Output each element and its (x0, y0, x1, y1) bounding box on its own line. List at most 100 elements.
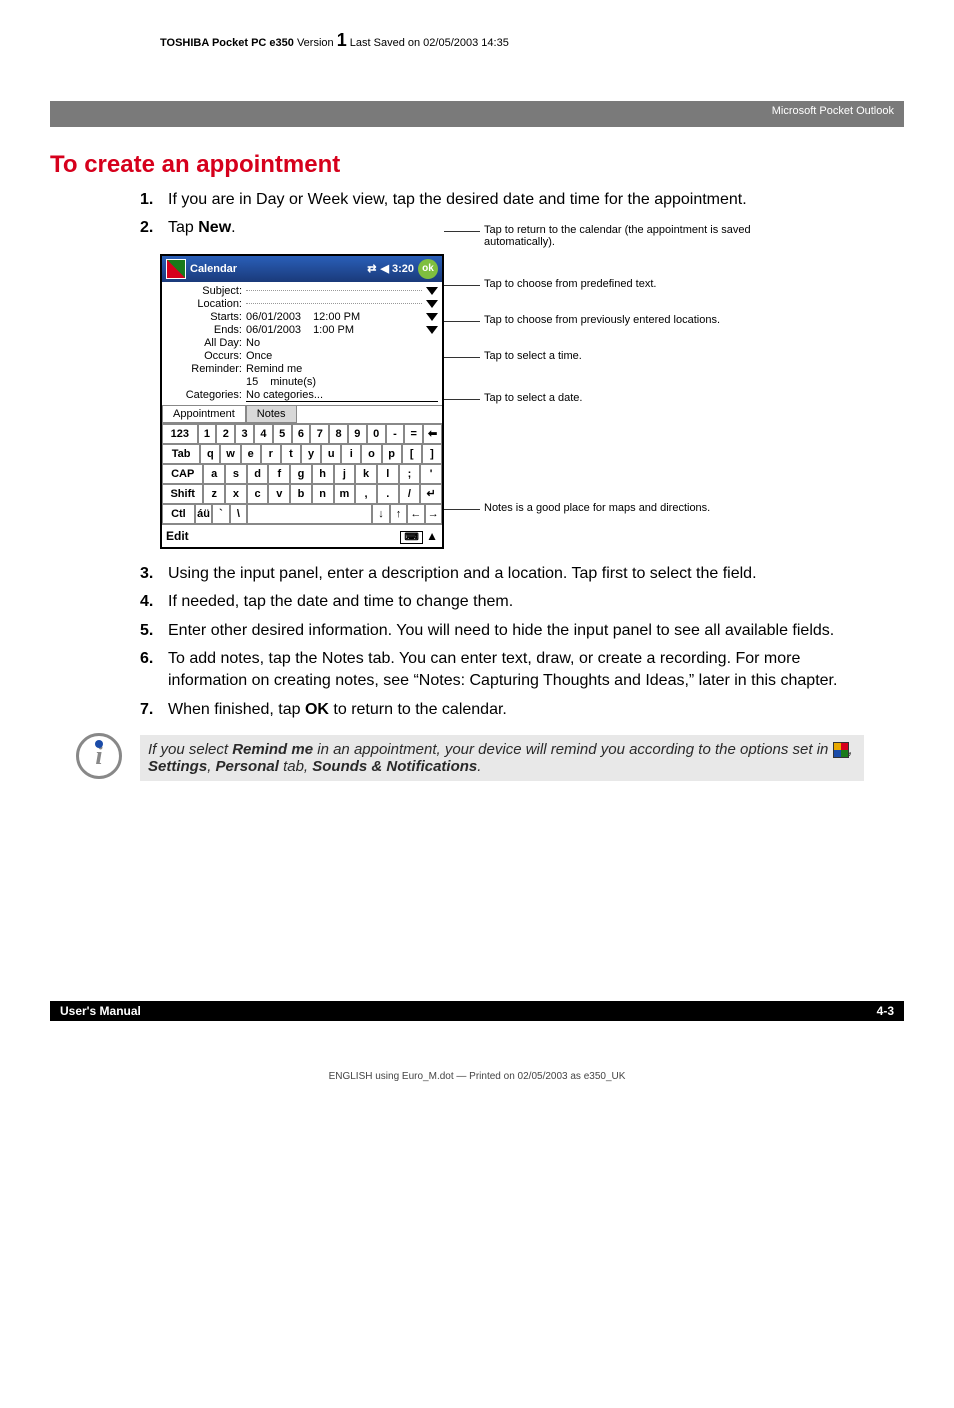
tabs: Appointment Notes (162, 405, 442, 423)
doc-header: TOSHIBA Pocket PC e350 Version 1 Last Sa… (90, 30, 864, 51)
kb-key[interactable]: d (247, 464, 269, 484)
kb-key[interactable]: 8 (329, 424, 348, 444)
kb-key[interactable]: → (425, 504, 442, 524)
kb-key[interactable]: f (268, 464, 290, 484)
starts-dropdown[interactable] (426, 313, 438, 321)
appointment-form: Subject: Location: Starts:06/01/200312:0… (162, 282, 442, 405)
bottom-bar: Edit ⌨ ▲ (162, 524, 442, 547)
kb-key[interactable]: . (377, 484, 399, 504)
kb-key[interactable]: , (355, 484, 377, 504)
kb-key[interactable]: / (399, 484, 421, 504)
starts-date[interactable]: 06/01/2003 (246, 311, 301, 323)
callout-subject: Tap to choose from predefined text. (484, 278, 804, 290)
app-title: Calendar (186, 263, 367, 275)
kb-key[interactable]: ` (212, 504, 229, 524)
kb-key[interactable]: 0 (367, 424, 386, 444)
kb-key[interactable]: áü (195, 504, 212, 524)
kb-key[interactable]: \ (230, 504, 247, 524)
subject-input[interactable] (246, 290, 422, 291)
location-dropdown[interactable] (426, 300, 438, 308)
kb-key[interactable]: j (334, 464, 356, 484)
ends-date[interactable]: 06/01/2003 (246, 324, 301, 336)
kb-key[interactable]: n (312, 484, 334, 504)
kb-key[interactable]: ] (422, 444, 442, 464)
ends-time[interactable]: 1:00 PM (313, 324, 354, 336)
pocket-pc-window: Calendar ⇄ ◀ 3:20 ok Subject: Location: … (160, 254, 444, 549)
clock[interactable]: ◀ 3:20 (376, 262, 418, 275)
kb-key[interactable]: Ctl (162, 504, 195, 524)
sip-icon[interactable]: ⌨ (400, 531, 422, 544)
edit-menu[interactable]: Edit (166, 529, 189, 543)
kb-key[interactable]: s (225, 464, 247, 484)
tab-notes[interactable]: Notes (246, 406, 297, 423)
tab-appointment[interactable]: Appointment (162, 406, 246, 423)
kb-key[interactable]: t (281, 444, 301, 464)
breadcrumb: Microsoft Pocket Outlook (50, 101, 904, 127)
titlebar: Calendar ⇄ ◀ 3:20 ok (162, 256, 442, 282)
kb-key[interactable]: v (268, 484, 290, 504)
kb-key[interactable]: m (334, 484, 356, 504)
kb-key[interactable]: ↵ (420, 484, 442, 504)
location-input[interactable] (246, 303, 422, 304)
starts-time[interactable]: 12:00 PM (313, 311, 360, 323)
sip-arrow[interactable]: ▲ (426, 529, 438, 543)
kb-key[interactable]: 7 (310, 424, 329, 444)
kb-key[interactable]: - (386, 424, 405, 444)
kb-key[interactable]: q (200, 444, 220, 464)
occurs-value[interactable]: Once (246, 350, 438, 362)
reminder-num[interactable]: 15 (246, 376, 258, 388)
kb-key[interactable]: y (301, 444, 321, 464)
reminder-unit[interactable]: minute(s) (270, 376, 316, 388)
subject-dropdown[interactable] (426, 287, 438, 295)
info-note: i If you select Remind me in an appointm… (140, 735, 864, 781)
kb-key[interactable]: ⬅ (423, 424, 442, 444)
kb-key[interactable]: p (382, 444, 402, 464)
kb-key[interactable]: 3 (235, 424, 254, 444)
ok-button[interactable]: ok (418, 259, 438, 279)
kb-key[interactable]: b (290, 484, 312, 504)
ends-dropdown[interactable] (426, 326, 438, 334)
kb-key[interactable]: u (321, 444, 341, 464)
kb-key[interactable]: x (225, 484, 247, 504)
kb-key[interactable]: ' (420, 464, 442, 484)
kb-key[interactable]: h (312, 464, 334, 484)
kb-key[interactable]: 6 (292, 424, 311, 444)
kb-key[interactable]: 5 (273, 424, 292, 444)
start-icon[interactable] (166, 259, 186, 279)
kb-key[interactable]: ↓ (372, 504, 389, 524)
kb-key[interactable]: 2 (216, 424, 235, 444)
reminder-value[interactable]: Remind me (246, 363, 438, 375)
kb-key[interactable]: [ (402, 444, 422, 464)
categories-value[interactable]: No categories... (246, 389, 438, 402)
footer-left: User's Manual (60, 1004, 141, 1018)
kb-key[interactable]: ; (399, 464, 421, 484)
callout-location: Tap to choose from previously entered lo… (484, 314, 804, 326)
doc-version-num: 1 (337, 30, 347, 50)
kb-key[interactable]: l (377, 464, 399, 484)
kb-key[interactable]: g (290, 464, 312, 484)
kb-key[interactable]: i (341, 444, 361, 464)
kb-key[interactable]: 123 (162, 424, 198, 444)
kb-key[interactable]: CAP (162, 464, 203, 484)
kb-key[interactable]: Shift (162, 484, 203, 504)
kb-key[interactable]: o (361, 444, 381, 464)
kb-key[interactable]: w (220, 444, 240, 464)
kb-key[interactable]: k (355, 464, 377, 484)
kb-key[interactable]: ← (407, 504, 424, 524)
kb-key[interactable]: c (247, 484, 269, 504)
kb-key[interactable]: a (203, 464, 225, 484)
kb-key[interactable]: 4 (254, 424, 273, 444)
kb-key[interactable]: r (261, 444, 281, 464)
kb-key[interactable]: 1 (198, 424, 217, 444)
kb-key[interactable]: Tab (162, 444, 200, 464)
connectivity-icon[interactable]: ⇄ (367, 262, 376, 275)
kb-key[interactable]: 9 (348, 424, 367, 444)
kb-key[interactable] (247, 504, 372, 524)
kb-key[interactable]: ↑ (390, 504, 407, 524)
kb-key[interactable]: z (203, 484, 225, 504)
info-icon: i (76, 733, 122, 779)
kb-key[interactable]: = (404, 424, 423, 444)
soft-keyboard[interactable]: 1231234567890-=⬅ Tabqwertyuiop[] CAPasdf… (162, 423, 442, 524)
kb-key[interactable]: e (241, 444, 261, 464)
allday-value[interactable]: No (246, 337, 438, 349)
